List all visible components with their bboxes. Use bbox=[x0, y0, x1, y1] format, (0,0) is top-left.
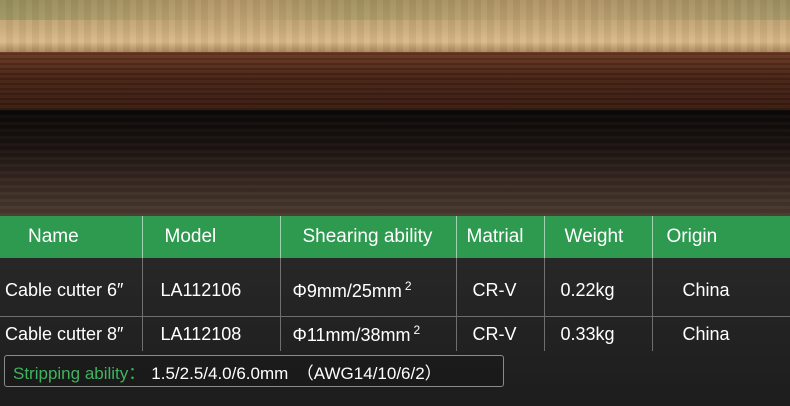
shearing-value: Φ11mm/38mm bbox=[292, 324, 411, 345]
wood-tabletop-image bbox=[0, 0, 790, 52]
spec-table: Name Model Shearing ability Matrial Weig… bbox=[0, 216, 790, 351]
table-row: Cable cutter 8″ LA112108 Φ11mm/38mm 2 CR-… bbox=[0, 316, 790, 351]
cell-origin: China bbox=[651, 316, 790, 351]
cell-model: LA112106 bbox=[141, 258, 280, 317]
stripping-ability-value: 1.5/2.5/4.0/6.0mm （AWG14/10/6/2） bbox=[151, 363, 442, 383]
stripping-ability-box: Stripping ability： 1.5/2.5/4.0/6.0mm （AW… bbox=[4, 355, 504, 387]
cell-name: Cable cutter 8″ bbox=[5, 323, 124, 344]
stripping-ability-label: Stripping ability： bbox=[13, 363, 146, 383]
cell-model: LA112108 bbox=[141, 316, 280, 351]
shearing-superscript: 2 bbox=[404, 278, 412, 293]
table-row: Cable cutter 6″ LA112106 Φ9mm/25mm 2 CR-V… bbox=[0, 258, 790, 317]
cell-material: CR-V bbox=[455, 316, 544, 351]
header-material: Matrial bbox=[455, 216, 544, 258]
header-origin: Origin bbox=[651, 216, 790, 258]
cell-origin: China bbox=[651, 258, 790, 317]
shearing-superscript: 2 bbox=[413, 322, 421, 337]
cell-weight: 0.22kg bbox=[543, 258, 652, 317]
cell-shearing-ability: Φ9mm/25mm 2 bbox=[279, 258, 456, 317]
spec-table-header-row: Name Model Shearing ability Matrial Weig… bbox=[0, 216, 790, 258]
wood-edge-image bbox=[0, 52, 790, 110]
header-model: Model bbox=[141, 216, 280, 258]
wood-shadow-image bbox=[0, 110, 790, 216]
cell-material: CR-V bbox=[455, 258, 544, 317]
header-shearing-ability: Shearing ability bbox=[279, 216, 456, 258]
header-name: Name bbox=[0, 216, 142, 258]
cell-shearing-ability: Φ11mm/38mm 2 bbox=[279, 316, 456, 351]
cell-name: Cable cutter 6″ bbox=[0, 258, 142, 317]
cell-weight: 0.33kg bbox=[543, 316, 652, 351]
header-weight: Weight bbox=[543, 216, 652, 258]
shearing-value: Φ9mm/25mm bbox=[292, 280, 402, 301]
